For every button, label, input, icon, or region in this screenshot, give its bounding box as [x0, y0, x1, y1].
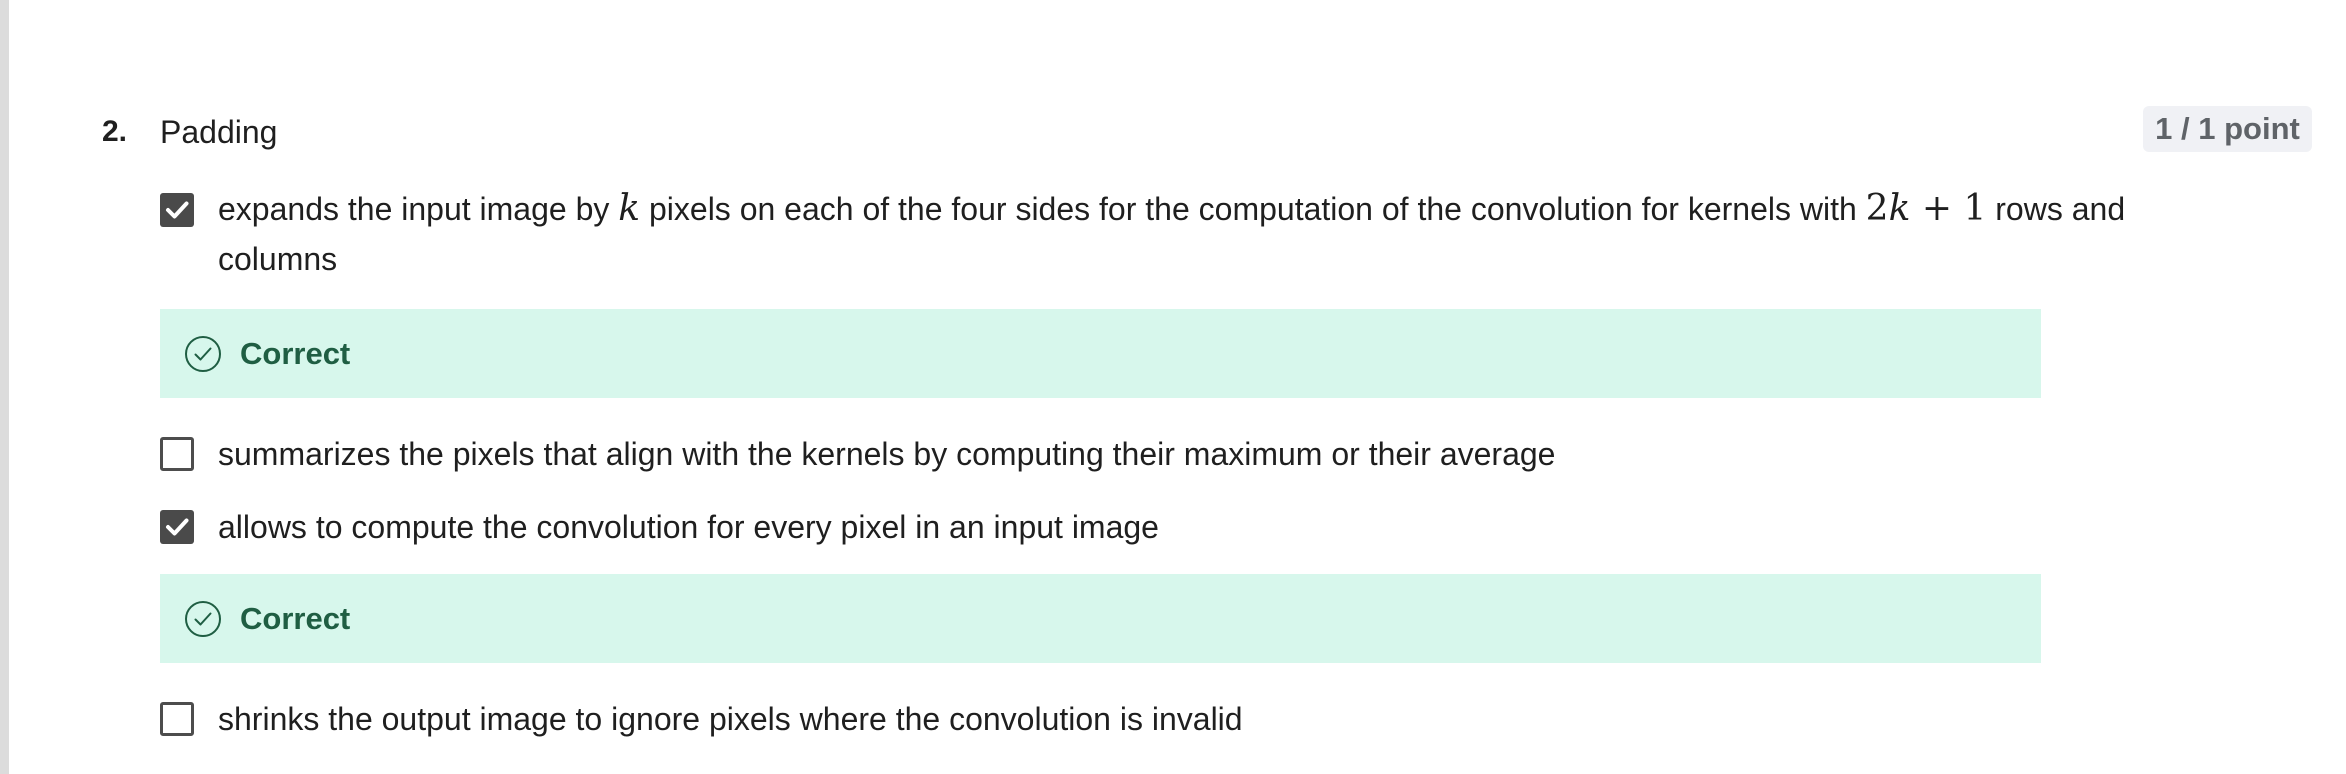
option-checkbox-unchecked[interactable] — [160, 702, 194, 736]
checkmark-icon — [166, 201, 189, 219]
option-text: expands the input image by k pixels on e… — [218, 188, 2126, 277]
check-circle-icon — [185, 336, 221, 372]
option-text: allows to compute the convolution for ev… — [218, 509, 1159, 545]
points-badge: 1 / 1 point — [2143, 106, 2312, 152]
question-number: 2. — [102, 115, 128, 148]
feedback-label: Correct — [240, 601, 351, 636]
check-circle-icon — [185, 601, 221, 637]
option-checkbox-checked[interactable] — [160, 510, 194, 544]
option-checkbox-unchecked[interactable] — [160, 437, 194, 471]
checkmark-icon — [166, 518, 189, 536]
quiz-question-page: 2. Padding 1 / 1 point expands the input… — [0, 0, 2346, 774]
feedback-correct-banner: Correct — [160, 309, 2041, 398]
question-title: Padding — [160, 114, 278, 150]
feedback-label: Correct — [240, 336, 351, 371]
option-text: shrinks the output image to ignore pixel… — [218, 701, 1243, 737]
left-rail-divider — [0, 0, 9, 774]
option-text: summarizes the pixels that align with th… — [218, 436, 1556, 472]
feedback-correct-banner: Correct — [160, 574, 2041, 663]
option-checkbox-checked[interactable] — [160, 193, 194, 227]
